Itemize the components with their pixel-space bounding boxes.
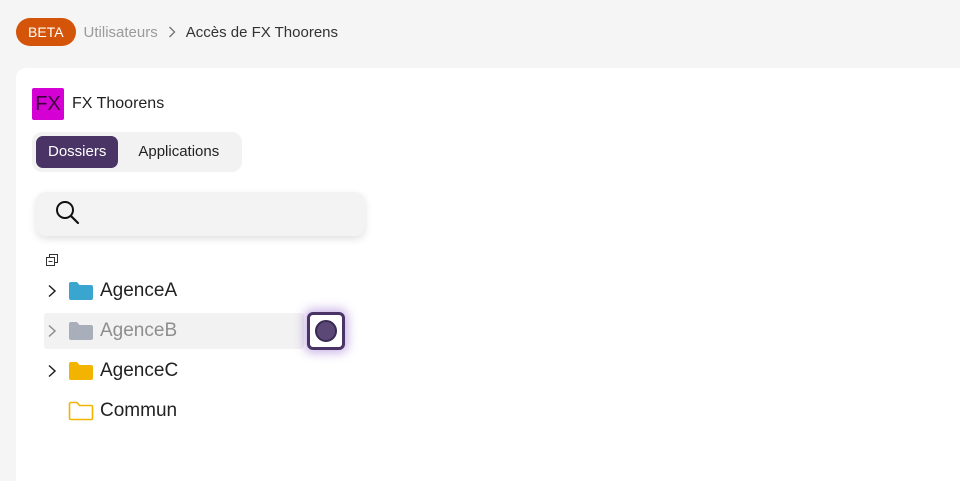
tab-dossiers[interactable]: Dossiers bbox=[36, 136, 119, 168]
tree-item-label: AgenceA bbox=[100, 280, 178, 301]
tree-item-label: Commun bbox=[100, 400, 178, 421]
tree-item-label: AgenceB bbox=[100, 320, 178, 341]
tree-item-agenceb[interactable]: AgenceB bbox=[44, 312, 345, 350]
user-header: FX FX Thoorens bbox=[32, 88, 164, 120]
tree-item-agencea[interactable]: AgenceA bbox=[44, 273, 304, 309]
collapse-all-icon[interactable] bbox=[46, 253, 58, 266]
folder-icon bbox=[68, 281, 94, 301]
folder-tree: AgenceA AgenceB AgenceC Commun bbox=[44, 273, 444, 433]
folder-icon bbox=[68, 321, 94, 341]
tab-applications[interactable]: Applications bbox=[126, 136, 231, 168]
breadcrumb-users-link[interactable]: Utilisateurs bbox=[84, 24, 158, 41]
folder-icon bbox=[68, 361, 94, 381]
tree-item-commun[interactable]: Commun bbox=[44, 393, 304, 429]
search-box bbox=[36, 192, 365, 236]
beta-badge: BETA bbox=[16, 18, 76, 46]
folder-outline-icon bbox=[68, 401, 94, 421]
tree-item-label: AgenceC bbox=[100, 360, 179, 381]
search-icon bbox=[54, 199, 80, 230]
avatar: FX bbox=[32, 88, 64, 120]
access-panel: FX FX Thoorens Dossiers Applications Age… bbox=[16, 68, 960, 481]
access-toggle-button[interactable] bbox=[307, 312, 345, 350]
chevron-right-icon[interactable] bbox=[44, 323, 60, 339]
search-input[interactable] bbox=[90, 205, 350, 223]
tree-item-agencec[interactable]: AgenceC bbox=[44, 353, 304, 389]
chevron-right-icon[interactable] bbox=[44, 283, 60, 299]
user-name: FX Thoorens bbox=[72, 95, 165, 112]
tab-bar: Dossiers Applications bbox=[32, 132, 242, 172]
circle-icon bbox=[315, 320, 337, 342]
breadcrumb: BETA Utilisateurs Accès de FX Thoorens bbox=[0, 0, 960, 64]
breadcrumb-current: Accès de FX Thoorens bbox=[185, 23, 339, 41]
chevron-right-icon bbox=[168, 26, 176, 38]
chevron-right-icon[interactable] bbox=[44, 363, 60, 379]
